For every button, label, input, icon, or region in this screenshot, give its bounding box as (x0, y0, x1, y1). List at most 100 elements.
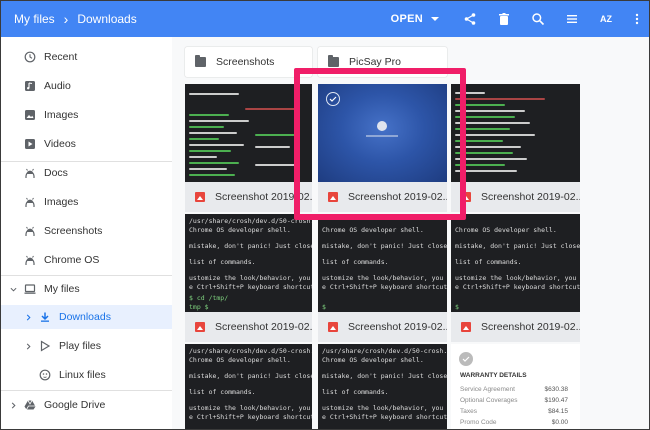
sidebar-item-recent[interactable]: Recent (1, 45, 172, 69)
google-drive-icon (24, 399, 36, 411)
select-checkbox[interactable] (326, 92, 340, 106)
terminal-line: mistake, don't panic! Just close this ta… (189, 242, 312, 250)
terminal-line: e Ctrl+Shift+P keyboard shortcut. (322, 283, 447, 291)
play-store-icon (39, 340, 51, 352)
sidebar-item-label: Downloads (59, 311, 111, 323)
sidebar-item-screenshots[interactable]: Screenshots (1, 219, 172, 243)
files-app-window: My files › Downloads OPEN AZ Recent Audi… (0, 0, 650, 430)
sidebar-item-play-files[interactable]: Play files (1, 334, 172, 358)
terminal-line: mistake, don't panic! Just close this ta… (322, 242, 447, 250)
sidebar-item-label: Chrome OS (44, 254, 100, 266)
sidebar-item-images[interactable]: Images (1, 103, 172, 127)
android-icon (24, 225, 36, 237)
image-file-icon (461, 322, 471, 332)
terminal-line: list of commands. (322, 388, 389, 396)
file-tile[interactable]: /usr/share/crosh/dev.d/50-crosh.sh Chrom… (185, 344, 312, 429)
folder-icon (195, 55, 206, 67)
sidebar-item-linux-files[interactable]: Linux files (1, 363, 172, 387)
file-thumbnail (185, 84, 312, 182)
terminal-line: ustomize the look/behavior, you can use … (189, 274, 312, 282)
sidebar-item-docs[interactable]: Docs (1, 161, 172, 185)
file-thumbnail (451, 84, 580, 182)
folder-picsay-pro[interactable]: PicSay Pro (318, 47, 447, 77)
chevron-right-icon[interactable] (23, 340, 33, 352)
sidebar-item-label: Images (44, 109, 79, 121)
file-name: Screenshot 2019-02... (481, 321, 580, 333)
sidebar-item-google-drive[interactable]: Google Drive (1, 393, 172, 417)
file-name: Screenshot 2019-02... (348, 191, 447, 203)
terminal-line: e Ctrl+Shift+P keyboard shortcut. (189, 413, 312, 421)
file-thumbnail (318, 84, 447, 182)
sidebar-item-my-files[interactable]: My files (1, 277, 172, 301)
image-file-icon (328, 322, 338, 332)
sidebar-item-audio[interactable]: Audio (1, 74, 172, 98)
file-caption: Screenshot 2019-02... (185, 312, 312, 342)
sidebar-item-chrome-os[interactable]: Chrome OS (1, 248, 172, 272)
audio-icon (24, 80, 36, 92)
image-file-icon (461, 192, 471, 202)
terminal-line: /usr/share/crosh/dev.d/50-crosh.sh (189, 217, 312, 225)
file-tile[interactable]: Screenshot 2019-02... (451, 84, 580, 212)
linux-penguin-icon (39, 369, 51, 381)
file-tile[interactable]: /usr/share/crosh/dev.d/50-crosh.sh Chrom… (185, 214, 312, 342)
file-caption: Screenshot 2019-02... (451, 182, 580, 212)
breadcrumb-downloads[interactable]: Downloads (77, 12, 136, 26)
android-icon (24, 196, 36, 208)
terminal-line: e Ctrl+Shift+P keyboard shortcut. (322, 413, 447, 421)
check-icon (462, 356, 470, 362)
folder-screenshots[interactable]: Screenshots (185, 47, 312, 77)
view-toggle-button[interactable] (555, 1, 589, 37)
sidebar-item-label: Docs (44, 167, 68, 179)
sidebar-item-label: Linux files (59, 369, 106, 381)
select-checkbox[interactable] (459, 352, 473, 366)
chevron-right-icon[interactable] (8, 399, 18, 411)
avatar (377, 121, 387, 131)
check-icon (329, 96, 337, 102)
clock-icon (24, 51, 36, 63)
folder-name: PicSay Pro (349, 56, 401, 68)
share-button[interactable] (453, 1, 487, 37)
sidebar-item-label: Play files (59, 340, 102, 352)
caret-down-icon (431, 17, 439, 21)
sort-button[interactable]: AZ (589, 1, 623, 37)
terminal-line: ustomize the look/behavior, you can use … (455, 274, 580, 282)
terminal-line: ustomize the look/behavior, you can use … (322, 404, 447, 412)
folder-icon (328, 55, 339, 67)
android-icon (24, 167, 36, 179)
sidebar-item-downloads[interactable]: Downloads (1, 305, 172, 329)
breadcrumb-my-files[interactable]: My files (14, 12, 55, 26)
file-tile[interactable]: Chrome OS developer shell. mistake, don'… (451, 214, 580, 342)
file-tile-warranty[interactable]: WARRANTY DETAILS Service Agreement $630.3… (451, 344, 580, 429)
lock-line (366, 135, 398, 137)
delete-button[interactable] (487, 1, 521, 37)
chevron-down-icon[interactable] (8, 283, 18, 295)
file-tile[interactable]: Screenshot 2019-02... (185, 84, 312, 212)
file-grid: Screenshots PicSay Pro Screenshot 2019-0… (172, 37, 649, 429)
sidebar-item-images-2[interactable]: Images (1, 190, 172, 214)
sidebar-item-label: Google Drive (44, 399, 106, 411)
terminal-line: mistake, don't panic! Just close this ta… (322, 372, 447, 380)
file-tile-selected[interactable]: Screenshot 2019-02... (318, 84, 447, 212)
terminal-line: Chrome OS developer shell. (189, 226, 291, 234)
warranty-row: Service Agreement $630.38 (460, 386, 568, 393)
warranty-row: Taxes $84.15 (460, 408, 568, 415)
file-tile[interactable]: Chrome OS developer shell. mistake, don'… (318, 214, 447, 342)
search-icon (532, 13, 545, 26)
more-options-button[interactable] (623, 1, 649, 37)
sidebar-item-videos[interactable]: Videos (1, 132, 172, 156)
chevron-right-icon: › (63, 11, 69, 27)
trash-icon (499, 13, 509, 25)
terminal-line: e Ctrl+Shift+P keyboard shortcut. (189, 283, 312, 291)
open-button[interactable]: OPEN (391, 13, 439, 25)
list-view-icon (567, 15, 577, 23)
more-vert-icon (635, 13, 639, 25)
file-tile[interactable]: /usr/share/crosh/dev.d/50-crosh.sh Chrom… (318, 344, 447, 429)
terminal-line: $ (455, 303, 459, 311)
chevron-right-icon[interactable] (23, 311, 33, 323)
file-name: Screenshot 2019-02... (481, 191, 580, 203)
terminal-line: e Ctrl+Shift+P keyboard shortcut. (455, 283, 580, 291)
file-thumbnail: Chrome OS developer shell. mistake, don'… (451, 214, 580, 312)
open-label: OPEN (390, 13, 423, 25)
search-button[interactable] (521, 1, 555, 37)
android-icon (24, 254, 36, 266)
